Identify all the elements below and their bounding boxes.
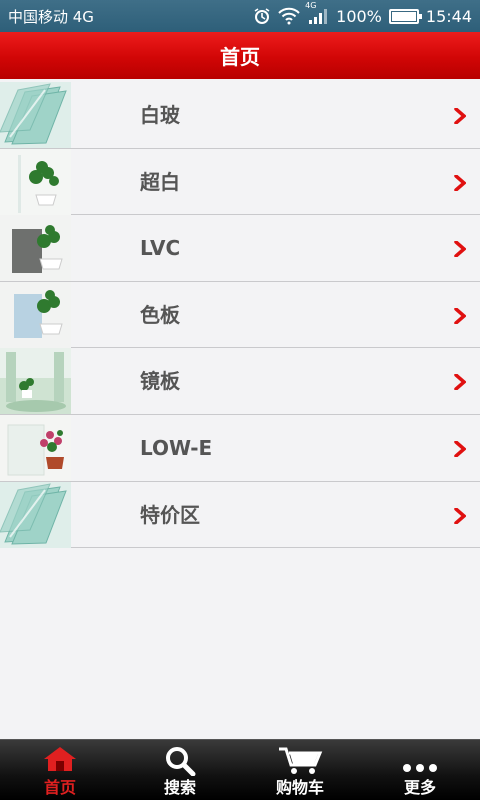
tab-cart[interactable]: 购物车 — [240, 740, 360, 800]
tab-search[interactable]: 搜索 — [120, 740, 240, 800]
chevron-right-icon — [454, 173, 467, 195]
tab-more[interactable]: 更多 — [360, 740, 480, 800]
tab-label: 搜索 — [163, 778, 196, 797]
category-list: 白玻 超白 LVC 色板 镜板 LOW-E 特价区 — [0, 82, 480, 549]
category-label: 色板 — [140, 302, 180, 327]
category-label: LVC — [140, 236, 181, 261]
battery-fill — [391, 11, 416, 21]
category-row-jingban[interactable]: 镜板 — [0, 348, 480, 415]
chevron-right-icon — [454, 107, 467, 128]
tab-label: 购物车 — [275, 778, 324, 797]
chevron-right-icon — [454, 240, 467, 261]
category-row-lvc[interactable]: LVC — [0, 215, 480, 282]
category-row-lowe[interactable]: LOW-E — [0, 414, 480, 482]
carrier-label: 中国移动 4G — [8, 8, 94, 26]
mirror-room-thumbnail — [0, 348, 71, 415]
blue-glass-plant-thumbnail — [0, 281, 71, 348]
glass-stack-thumbnail — [0, 481, 71, 548]
category-label: 白玻 — [140, 103, 180, 127]
battery-icon — [388, 8, 422, 24]
alarm-icon — [253, 7, 271, 25]
status-bar: 中国移动 4G 4G 100% 15:44 — [0, 0, 480, 32]
home-icon — [43, 746, 77, 776]
chevron-right-icon — [454, 440, 467, 461]
network-badge: 4G — [305, 1, 317, 10]
glass-stack-thumbnail — [0, 82, 71, 148]
plant-glass-thumbnail — [0, 148, 71, 215]
tab-home[interactable]: 首页 — [0, 740, 120, 800]
title-bar: 首页 — [0, 32, 480, 79]
wifi-icon — [278, 7, 300, 25]
page-title: 首页 — [220, 45, 260, 69]
tab-label: 首页 — [43, 778, 76, 797]
tab-label: 更多 — [403, 778, 436, 797]
chevron-right-icon — [454, 373, 467, 394]
battery-percent: 100% — [336, 6, 382, 26]
signal-icon: 4G — [305, 1, 329, 25]
category-label: 镜板 — [140, 369, 180, 394]
category-label: LOW-E — [140, 435, 213, 460]
category-label: 特价区 — [140, 502, 200, 527]
category-row-chaobai[interactable]: 超白 — [0, 148, 480, 216]
bottom-tab-bar: 首页 搜索 购物车 更多 — [0, 739, 480, 800]
category-row-tejiaqu[interactable]: 特价区 — [0, 481, 480, 549]
category-row-baibo[interactable]: 白玻 — [0, 82, 480, 149]
flowers-glass-thumbnail — [0, 414, 71, 481]
chevron-right-icon — [454, 506, 467, 528]
clock: 15:44 — [425, 6, 472, 26]
category-label: 超白 — [140, 169, 180, 194]
gray-glass-plant-thumbnail — [0, 215, 71, 282]
category-row-seban[interactable]: 色板 — [0, 281, 480, 349]
chevron-right-icon — [454, 307, 467, 328]
